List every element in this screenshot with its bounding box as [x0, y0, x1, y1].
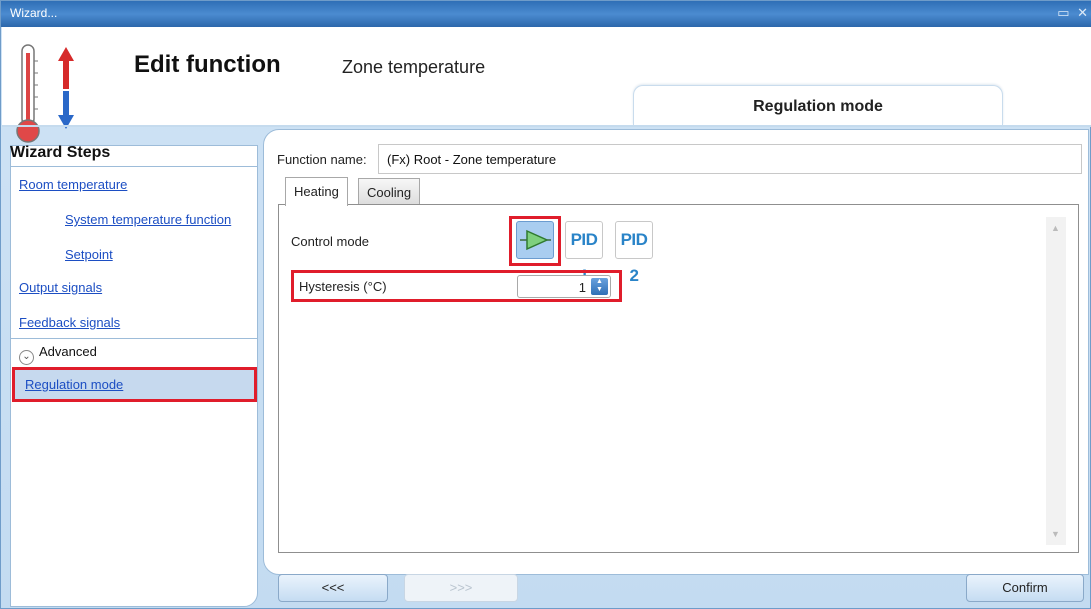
sidebar-divider	[11, 338, 257, 339]
spinner-icon[interactable]: ▲ ▼	[591, 278, 608, 295]
thermometer-icon	[16, 44, 74, 143]
next-button[interactable]: >>>	[404, 574, 518, 602]
advanced-toggle[interactable]: ⌄ Advanced	[19, 344, 97, 365]
control-mode-label: Control mode	[291, 234, 370, 249]
current-step-label: Regulation mode	[753, 98, 883, 115]
pid1-mode-button[interactable]: PID 1	[565, 221, 603, 285]
tab-cooling[interactable]: Cooling	[358, 178, 421, 205]
back-button[interactable]: <<<	[278, 574, 388, 602]
sidebar-item-system-temperature-function[interactable]: System temperature function	[65, 212, 231, 227]
scroll-up-icon[interactable]: ▲	[1051, 223, 1060, 233]
hysteresis-value: 1	[578, 280, 586, 295]
vertical-scrollbar[interactable]: ▲ ▼	[1046, 217, 1066, 545]
sidebar-divider	[11, 166, 257, 167]
sidebar-item-regulation-mode[interactable]: Regulation mode	[12, 367, 257, 402]
tab-heating[interactable]: Heating	[285, 177, 348, 206]
sidebar-item-output-signals[interactable]: Output signals	[19, 280, 102, 295]
hysteresis-stepper[interactable]: 1 ▲ ▼	[517, 275, 611, 298]
current-step-tab: Regulation mode	[633, 85, 1003, 125]
title-bar: Wizard... ▭ ✕	[1, 1, 1091, 27]
chevron-down-icon: ⌄	[19, 350, 34, 365]
header-divider	[2, 125, 1091, 127]
function-subtitle: Zone temperature	[342, 57, 486, 77]
sidebar-item-label: Regulation mode	[25, 377, 124, 392]
sidebar-item-feedback-signals[interactable]: Feedback signals	[19, 315, 120, 330]
page-title: Edit function	[134, 51, 281, 78]
advanced-label: Advanced	[39, 344, 97, 359]
control-mode-highlight	[509, 216, 561, 266]
scroll-down-icon[interactable]: ▼	[1051, 529, 1060, 539]
function-name-input[interactable]: (Fx) Root - Zone temperature	[378, 144, 1082, 174]
tab-content	[278, 204, 1079, 553]
pid2-mode-button[interactable]: PID 2	[615, 221, 653, 285]
window-title: Wizard...	[10, 6, 58, 20]
hysteresis-label: Hysteresis (°C)	[299, 279, 387, 294]
wizard-window: Wizard... ▭ ✕ Edit function Zone tempera…	[0, 0, 1091, 609]
header: Edit function Zone temperature Regulatio…	[2, 27, 1091, 143]
wizard-steps-title: Wizard Steps	[10, 144, 111, 161]
function-name-label: Function name:	[277, 152, 367, 167]
confirm-button[interactable]: Confirm	[966, 574, 1084, 602]
sidebar-item-setpoint[interactable]: Setpoint	[65, 247, 113, 262]
sidebar-item-room-temperature[interactable]: Room temperature	[19, 177, 127, 192]
window-controls[interactable]: ▭ ✕	[1057, 5, 1090, 21]
